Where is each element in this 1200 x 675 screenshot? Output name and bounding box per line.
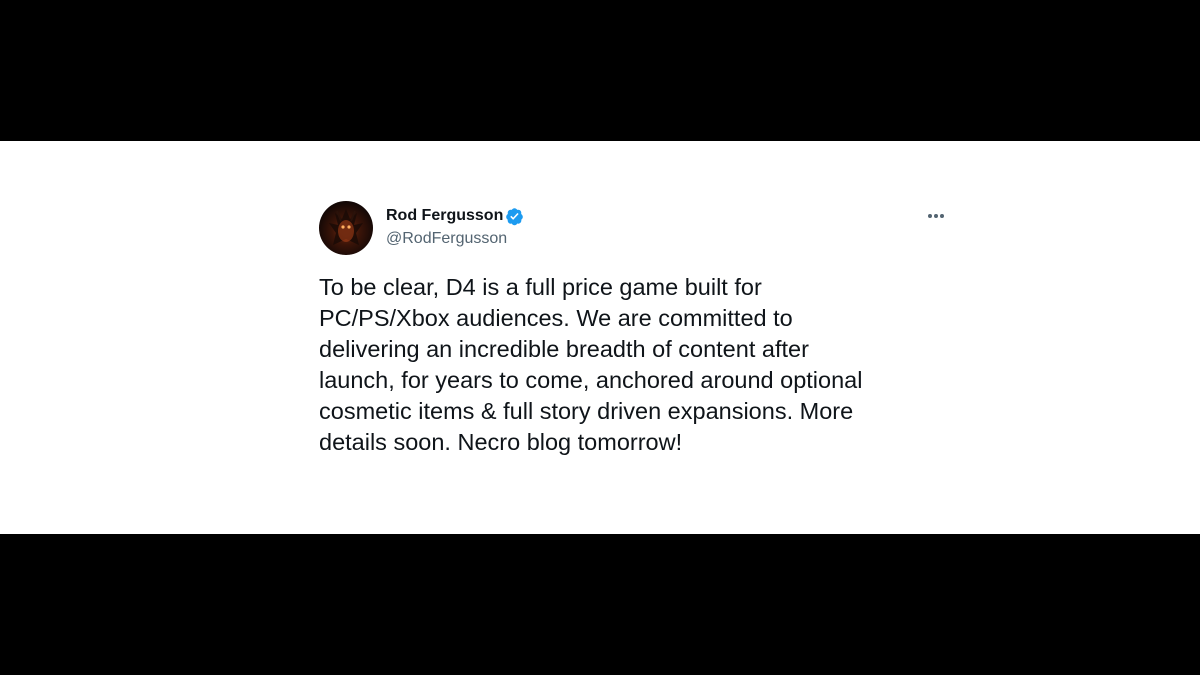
tweet-text: To be clear, D4 is a full price game bui… (319, 272, 939, 458)
more-dot (940, 214, 945, 218)
author-handle[interactable]: @RodFergusson (386, 230, 507, 248)
verified-badge-icon (506, 208, 523, 226)
more-dots-icon (927, 214, 932, 218)
tweet-text-line: PC/PS/Xbox audiences. We are committed t… (319, 305, 793, 331)
tweet-text-line: cosmetic items & full story driven expan… (319, 398, 854, 424)
letterbox-bottom (0, 534, 1200, 675)
tweet-text-line: delivering an incredible breadth of cont… (319, 336, 809, 362)
author-avatar[interactable] (319, 201, 373, 255)
tweet-text-line: To be clear, D4 is a full price game bui… (319, 274, 762, 300)
tweet-text-line: details soon. Necro blog tomorrow! (319, 429, 683, 455)
more-options-button[interactable] (922, 205, 950, 227)
tweet-text-line: launch, for years to come, anchored arou… (319, 367, 863, 393)
letterbox-top (0, 0, 1200, 141)
demon-avatar-icon (329, 209, 363, 245)
more-dot (934, 214, 938, 218)
author-name[interactable]: Rod Fergusson (386, 207, 503, 225)
